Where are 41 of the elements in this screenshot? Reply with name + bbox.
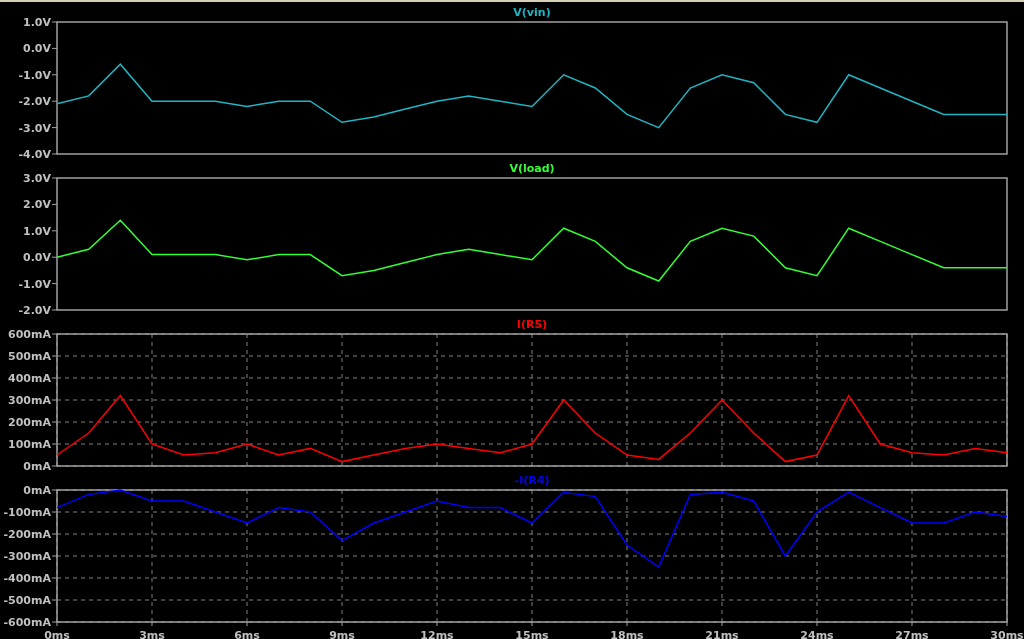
axis-tick-label: 500mA	[8, 350, 51, 363]
trace-title: V(vin)	[513, 6, 551, 19]
axis-tick-label: 400mA	[8, 372, 51, 385]
axis-tick-label: 9ms	[329, 629, 355, 639]
axis-tick-label: 21ms	[705, 629, 739, 639]
axis-tick-label: 0mA	[23, 460, 51, 473]
axis-tick-label: 15ms	[515, 629, 549, 639]
axis-tick-label: 12ms	[420, 629, 454, 639]
axis-tick-label: 24ms	[800, 629, 834, 639]
axis-tick-label: 100mA	[8, 438, 51, 451]
axis-tick-label: 200mA	[8, 416, 51, 429]
axis-tick-label: 600mA	[8, 328, 51, 341]
axis-tick-label: -600mA	[3, 616, 51, 629]
axis-tick-label: 0.0V	[23, 42, 51, 56]
axis-tick-label: 0mA	[23, 484, 51, 497]
axis-tick-label: -500mA	[3, 594, 51, 607]
axis-tick-label: -1.0V	[18, 277, 51, 291]
trace-title: I(R5)	[516, 318, 548, 331]
axis-tick-label: 1.0V	[23, 16, 51, 29]
axis-tick-label: -3.0V	[18, 121, 51, 135]
axis-tick-label: -2.0V	[18, 95, 51, 109]
axis-tick-label: 0ms	[44, 629, 70, 639]
axis-tick-label: -2.0V	[18, 304, 51, 317]
trace-title: -I(R4)	[514, 474, 550, 487]
axis-tick-label: 2.0V	[23, 198, 51, 212]
axis-tick-label: -300mA	[3, 550, 51, 563]
axis-tick-label: 30ms	[990, 629, 1024, 639]
axis-tick-label: 18ms	[610, 629, 644, 639]
axis-tick-label: 3.0V	[23, 172, 51, 185]
axis-tick-label: 0.0V	[23, 251, 51, 265]
axis-tick-label: -400mA	[3, 572, 51, 585]
trace-title: V(load)	[509, 162, 555, 175]
axis-tick-label: 300mA	[8, 394, 51, 407]
axis-tick-label: 3ms	[139, 629, 165, 639]
axis-tick-label: -1.0V	[18, 68, 51, 82]
axis-tick-label: 1.0V	[23, 224, 51, 238]
axis-tick-label: 6ms	[234, 629, 260, 639]
axis-tick-label: -100mA	[3, 506, 51, 519]
axis-tick-label: 27ms	[895, 629, 929, 639]
axis-tick-label: -4.0V	[18, 148, 51, 161]
axis-tick-label: -200mA	[3, 528, 51, 541]
